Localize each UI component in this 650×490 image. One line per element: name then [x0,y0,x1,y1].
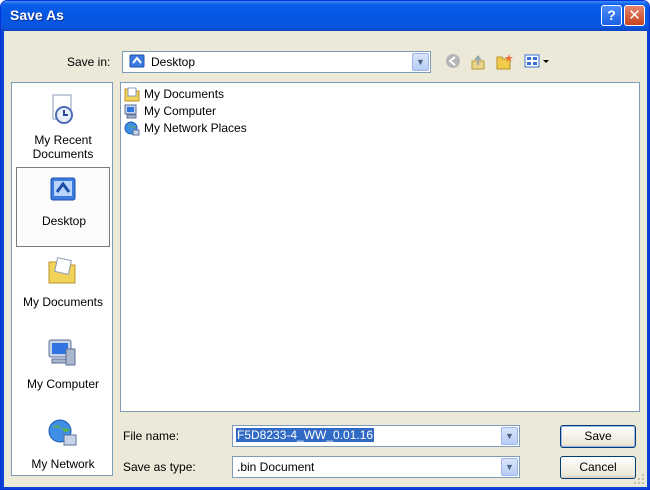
resize-grip-icon[interactable] [633,473,645,485]
network-places-icon [124,121,140,136]
frame-left [1,31,4,489]
file-list[interactable]: My Documents My Computer My Network Plac… [120,82,640,412]
file-name: My Computer [144,104,217,118]
up-folder-icon[interactable] [468,53,488,73]
file-name: My Network Places [144,121,247,135]
place-my-documents[interactable]: My Documents [16,249,110,329]
place-label: Desktop [41,214,87,228]
title-bar[interactable]: Save As ? ✕ [1,1,649,31]
file-name-value: F5D8233-4_WW_0.01.16 [236,428,375,442]
recent-documents-icon [46,93,78,125]
file-name-label: File name: [123,429,180,443]
view-menu-icon[interactable] [522,53,554,73]
place-my-recent-documents[interactable]: My Recent Documents [16,87,110,167]
cancel-button[interactable]: Cancel [560,456,636,479]
file-name-input[interactable]: F5D8233-4_WW_0.01.16 ▼ [232,425,520,447]
computer-icon [124,104,140,119]
save-in-dropdown[interactable]: Desktop ▼ [122,51,431,73]
place-label: My Computer [26,377,100,391]
save-as-type-label: Save as type: [123,460,196,474]
place-my-computer[interactable]: My Computer [16,331,110,411]
places-bar: My Recent Documents Desktop My Documents… [11,82,113,476]
chevron-down-icon[interactable]: ▼ [501,427,518,445]
save-as-type-dropdown[interactable]: .bin Document ▼ [232,456,520,478]
desktop-icon [47,174,79,206]
back-icon[interactable] [443,53,463,73]
file-name: My Documents [144,87,225,101]
chevron-down-icon[interactable]: ▼ [412,53,429,71]
network-icon [46,417,78,449]
my-computer-icon [46,337,78,369]
new-folder-icon[interactable] [494,53,514,73]
place-label: My Network [31,457,95,471]
place-label: My Recent [34,133,92,147]
close-button[interactable]: ✕ [624,5,645,26]
save-as-type-value: .bin Document [237,460,315,474]
save-in-value: Desktop [151,55,196,69]
folder-documents-icon [124,87,140,102]
place-label: My Documents [22,295,104,309]
place-my-network[interactable]: My Network [16,411,110,489]
save-button[interactable]: Save [560,425,636,448]
window-title: Save As [10,7,64,23]
save-in-label: Save in: [67,55,111,69]
desktop-small-icon [129,54,145,69]
help-button[interactable]: ? [601,5,622,26]
place-label: Documents [32,147,94,161]
save-as-dialog: Save As ? ✕ Save in: Desktop ▼ My Recent… [0,0,650,490]
chevron-down-icon[interactable]: ▼ [501,458,518,476]
place-desktop[interactable]: Desktop [16,167,110,247]
my-documents-icon [46,255,78,287]
